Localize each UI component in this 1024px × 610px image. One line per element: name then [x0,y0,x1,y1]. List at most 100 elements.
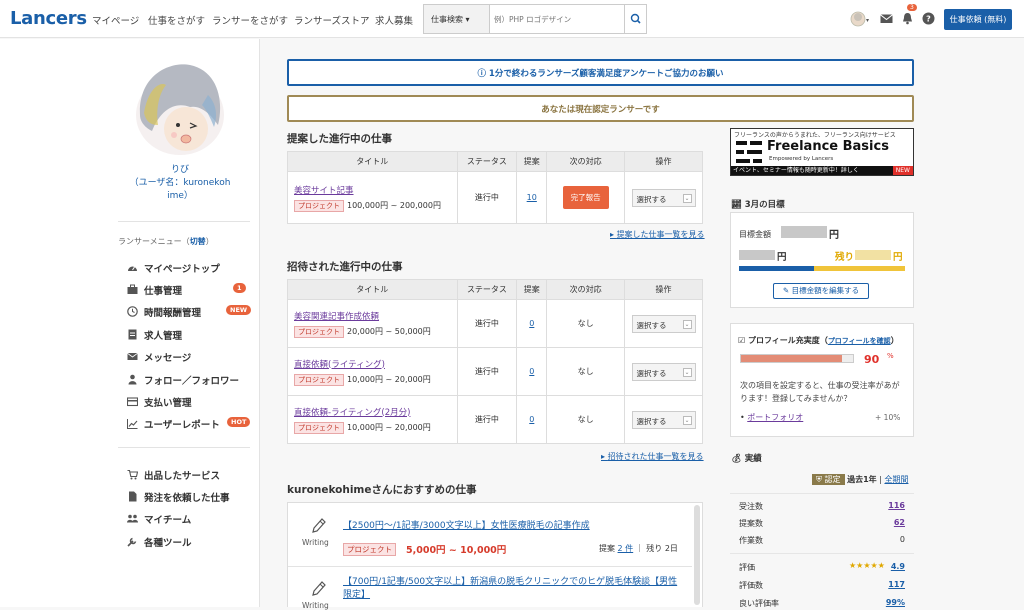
briefcase-icon [127,284,138,294]
period-all-link[interactable]: 全期間 [884,475,908,484]
edit-goal-button[interactable]: ✎ 目標金額を編集する [773,283,869,299]
sidebar-item-listed-services[interactable]: 出品したサービス [127,468,257,484]
list-item[interactable]: Writing 【700円/1記事/500文字以上】新潟県の脱毛クリニックでのヒ… [288,568,692,610]
next-action: なし [546,395,626,444]
good-rate-value[interactable]: 99% [886,598,905,607]
col-title: タイトル [287,151,458,172]
recommend-heading: kuronekohimeさんにおすすめの仕事 [287,484,477,496]
shield-icon: ⛨ [816,475,825,484]
sidebar-item-job-offers[interactable]: 求人管理 [127,328,257,344]
card-icon [127,397,138,407]
operation-select[interactable]: 選択する ⌄ [631,314,696,333]
user-avatar[interactable] [130,55,230,159]
col-operation: 操作 [624,151,703,172]
goal-heading: 📈︎ 3月の目標 [731,198,785,210]
star-rating-icon: ★★★★★ [849,561,885,570]
proposal-count-link[interactable]: 2 件 [618,544,634,553]
sidebar-item-follow[interactable]: フォロー／フォロワー [127,373,257,389]
menu-switch-link[interactable]: 切替 [190,237,206,246]
sidebar-item-time-reward[interactable]: 時間報酬管理 NEW [127,305,257,321]
notification-button[interactable]: 3 [901,4,917,25]
stat-value[interactable]: 116 [888,501,905,510]
proposal-count-link[interactable]: 0 [529,319,534,328]
mail-button[interactable] [880,12,893,25]
col-title: タイトル [287,279,458,300]
complete-report-button[interactable]: 完了報告 [562,186,609,209]
operation-select[interactable]: 選択する ⌄ [631,188,696,207]
period-past-year[interactable]: 過去1年 [847,475,877,484]
sidebar-item-mypage-top[interactable]: マイページトップ [127,261,257,277]
operation-select[interactable]: 選択する ⌄ [631,362,696,381]
list-item[interactable]: Writing 【2500円〜/1記事/3000文字以上】女性医療脱毛の記事作成… [288,503,692,567]
profile-percent: 90 [864,353,880,366]
rating-count[interactable]: 117 [888,580,905,589]
survey-banner[interactable]: ⓘ 1分で終わるランサーズ顧客満足度アンケートご協力のお願い [287,59,914,86]
user-menu[interactable]: ▾ [850,10,872,28]
job-status: 進行中 [456,171,518,224]
job-price: 100,000円 ~ 200,000円 [347,200,441,210]
work-count-badge: 1 [233,283,246,293]
pencil-icon [312,581,326,596]
goal-panel: 目標金額 円 円 残り 円 ✎ 目標金額を編集する [730,212,914,308]
search-icon [630,13,641,24]
proposal-count-link[interactable]: 0 [529,415,534,424]
job-title-link[interactable]: 直接依頼(ライティング) [294,358,457,370]
proposal-label: 提案 [599,544,615,553]
chevron-down-icon: ⌄ [682,193,692,203]
nav-mypage[interactable]: マイページ [92,13,139,27]
nav-lancers-store[interactable]: ランサーズストア [294,13,370,27]
stat-value[interactable]: 62 [894,518,905,527]
goal-remaining-unit: 円 [893,252,903,263]
project-tag: プロジェクト [294,373,344,386]
stat-row: 受注数 116 [739,501,905,512]
job-status: 進行中 [456,347,518,396]
search-category-select[interactable]: 仕事検索 ▾ [424,5,490,33]
lancers-logo[interactable]: Lancers [10,8,87,29]
col-next-action: 次の対応 [546,151,626,172]
search-button[interactable] [624,5,646,33]
table-row: 直接依頼(ライティング) プロジェクト 10,000円 ~ 20,000円 進行中 … [287,347,703,396]
goal-remaining-label: 残り [835,252,855,263]
sidebar-item-ordered-work[interactable]: 発注を依頼した仕事 [127,490,257,506]
category-label: Writing [302,538,329,547]
proposed-jobs-heading: 提案した進行中の仕事 [287,133,392,145]
recommend-title-link[interactable]: 【700円/1記事/500文字以上】新潟県の脱毛クリニックでのヒゲ脱毛体験談【男… [343,576,678,602]
job-price: 10,000円 ~ 20,000円 [347,422,431,432]
proposed-more-link[interactable]: ▸ 提案した仕事一覧を見る [610,229,705,240]
nav-find-lancer[interactable]: ランサーをさがす [212,13,288,27]
recommend-title-link[interactable]: 【2500円〜/1記事/3000文字以上】女性医療脱毛の記事作成 [343,518,590,531]
proposal-count-link[interactable]: 10 [527,193,537,202]
sidebar-item-work-management[interactable]: 仕事管理 1 [127,283,257,299]
search-input[interactable] [494,9,618,29]
freelance-basics-banner[interactable]: フリーランスの声からうまれた、フリーランス向けサービス Freelance Ba… [730,128,914,176]
invited-more-link[interactable]: ▸ 招待された仕事一覧を見る [601,451,704,462]
avatar-icon: ▾ [850,11,869,27]
scrollbar[interactable] [694,505,700,605]
post-job-button[interactable]: 仕事依頼 (無料) [944,9,1012,30]
sidebar-item-messages[interactable]: メッセージ [127,350,257,366]
sidebar-item-payments[interactable]: 支払い管理 [127,395,257,411]
job-title-link[interactable]: 美容サイト記事 [294,184,457,196]
operation-select[interactable]: 選択する ⌄ [631,410,696,429]
proposal-count-link[interactable]: 0 [529,367,534,376]
user-display-name[interactable]: りび [110,164,250,177]
nav-job-offers[interactable]: 求人募集 [375,13,413,27]
nav-find-work[interactable]: 仕事をさがす [148,13,205,27]
sidebar-item-my-team[interactable]: マイチーム [127,512,257,528]
portfolio-link[interactable]: ポートフォリオ [747,413,803,422]
sidebar-item-label: 時間報酬管理 [144,308,202,319]
fb-tagline: フリーランスの声からうまれた、フリーランス向けサービス [734,132,896,139]
edit-icon: ✎ [782,286,792,295]
help-button[interactable]: ? [922,12,935,25]
fb-sub: Empowered by Lancers [769,156,834,162]
sidebar-item-user-report[interactable]: ユーザーレポート HOT [127,417,257,433]
col-next-action: 次の対応 [546,279,626,300]
profile-check-link[interactable]: プロフィールを確認 [828,337,891,345]
job-title-link[interactable]: 美容関連記事作成依頼 [294,310,457,322]
stat-value: 0 [899,535,905,544]
job-title-link[interactable]: 直接依頼-ライティング(2月分) [294,406,457,418]
rating-value[interactable]: 4.9 [891,562,905,571]
sidebar-item-tools[interactable]: 各種ツール [127,535,257,551]
dashboard-icon [128,266,137,271]
bell-icon [903,13,912,25]
